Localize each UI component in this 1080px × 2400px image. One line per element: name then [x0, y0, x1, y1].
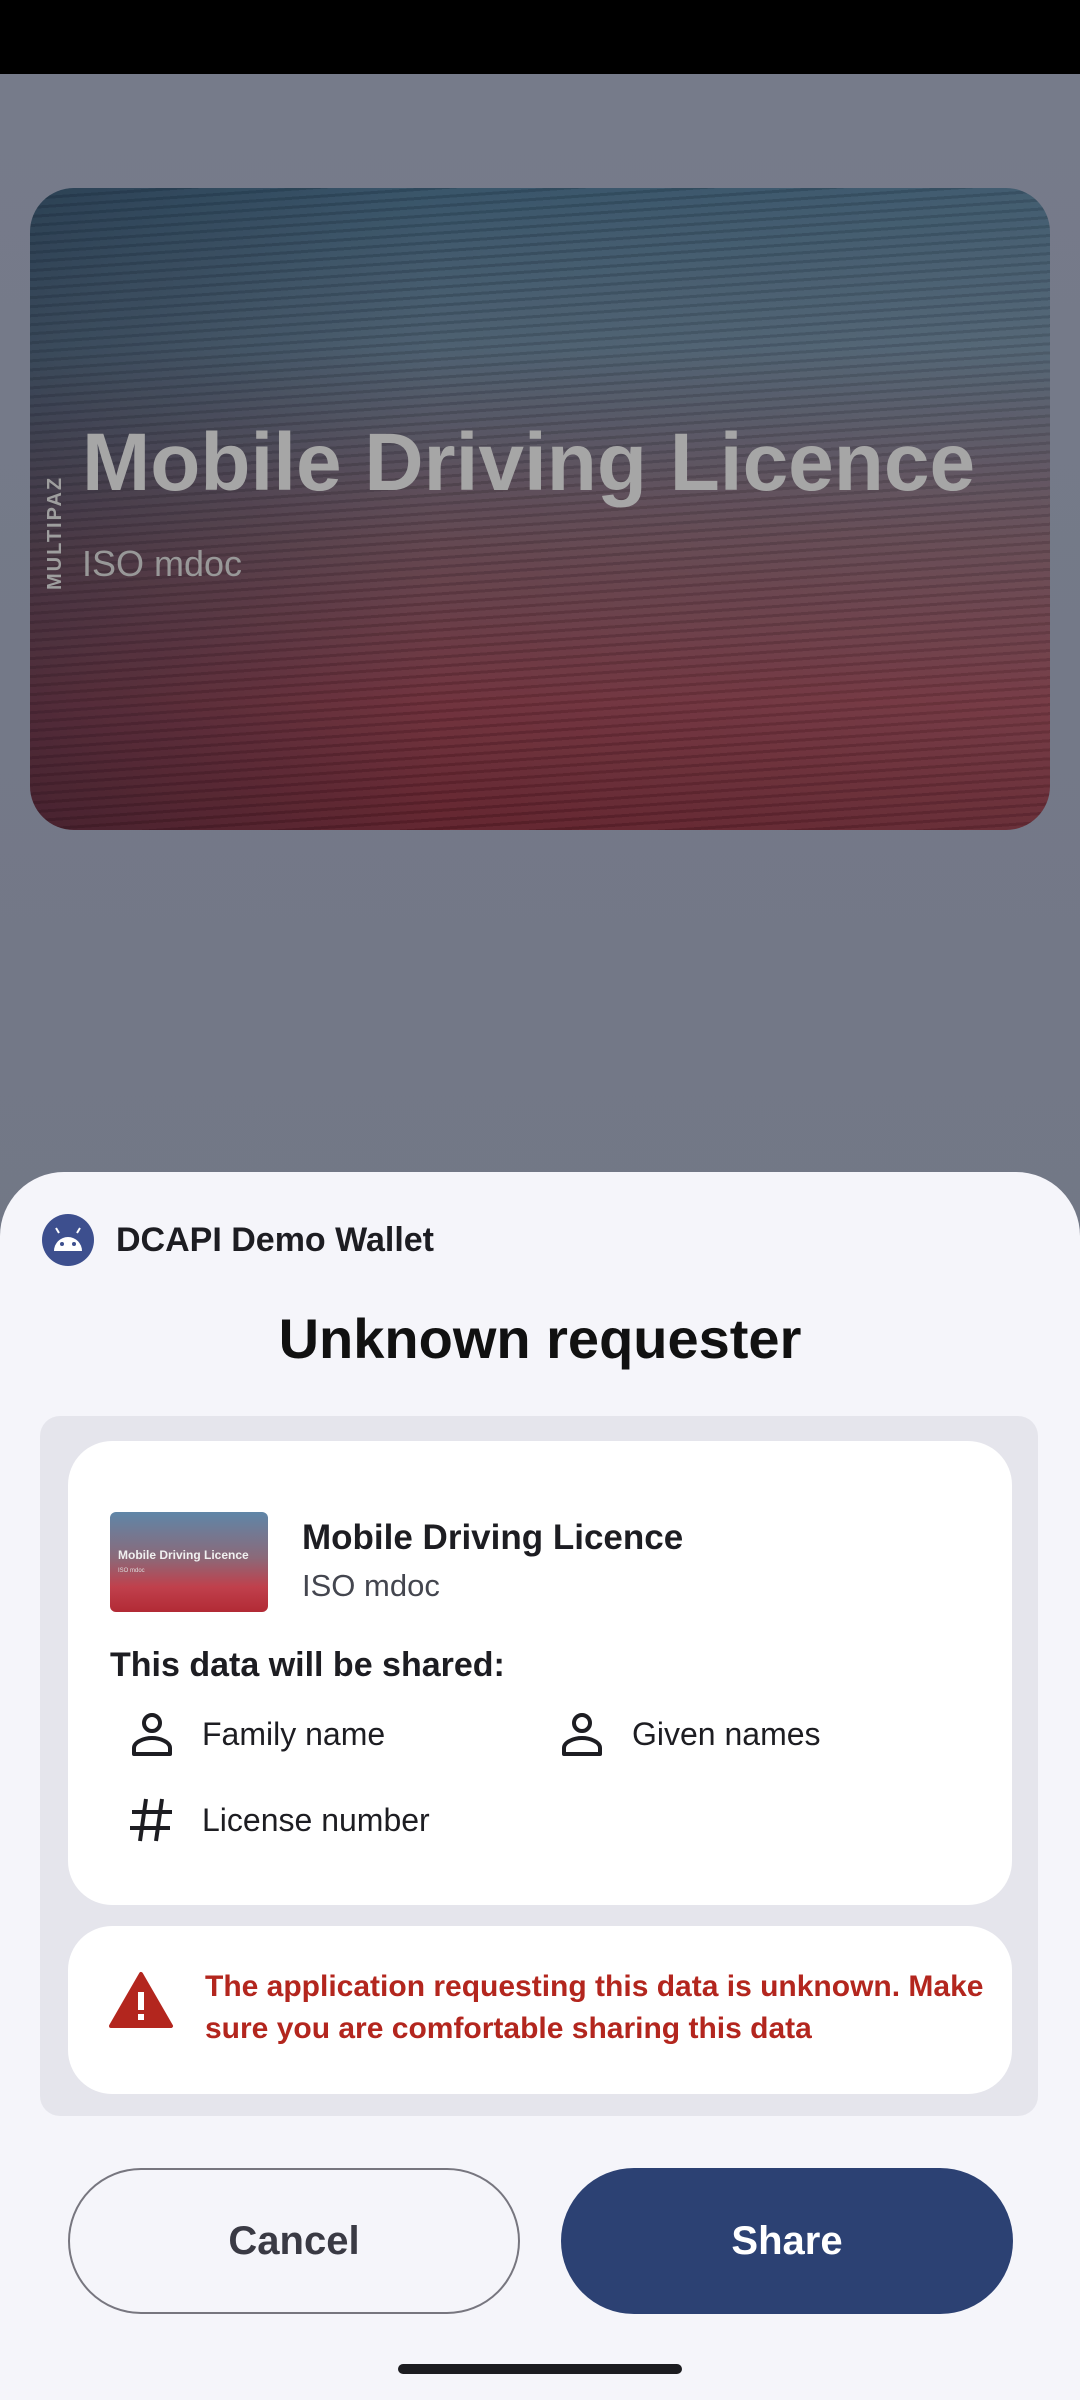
warning-icon — [108, 1970, 174, 2030]
document-title: Mobile Driving Licence — [302, 1518, 684, 1557]
warning-text: The application requesting this data is … — [205, 1970, 984, 2045]
hash-icon — [122, 1790, 182, 1850]
thumbnail-subtitle: ISO mdoc — [118, 1568, 145, 1574]
background-card-subtitle: ISO mdoc — [82, 543, 243, 584]
field-label: Family name — [202, 1715, 386, 1752]
app-name: DCAPI Demo Wallet — [116, 1220, 435, 1259]
background-card-title: Mobile Driving Licence — [82, 417, 976, 508]
field-license-number: License number — [122, 1790, 430, 1850]
sheet-title: Unknown requester — [278, 1307, 802, 1370]
person-icon — [552, 1704, 612, 1764]
background-card-brand: MULTIPAZ — [44, 475, 66, 590]
field-label: Given names — [632, 1715, 821, 1752]
cancel-button[interactable]: Cancel — [68, 2168, 520, 2314]
document-subtitle: ISO mdoc — [302, 1568, 440, 1603]
thumbnail-title: Mobile Driving Licence — [118, 1548, 249, 1562]
home-indicator[interactable] — [398, 2364, 682, 2374]
background-document-card: Mobile Driving Licence ISO mdoc MULTIPAZ — [30, 188, 1050, 830]
field-given-names: Given names — [552, 1704, 821, 1764]
field-family-name: Family name — [122, 1704, 385, 1764]
android-icon — [42, 1214, 94, 1266]
person-icon — [122, 1704, 182, 1764]
status-bar — [0, 0, 1080, 74]
document-thumbnail: Mobile Driving Licence ISO mdoc — [110, 1512, 268, 1612]
share-heading: This data will be shared: — [110, 1646, 505, 1684]
share-button[interactable]: Share — [561, 2168, 1013, 2314]
app-header: DCAPI Demo Wallet — [42, 1214, 434, 1266]
field-label: License number — [202, 1801, 430, 1838]
